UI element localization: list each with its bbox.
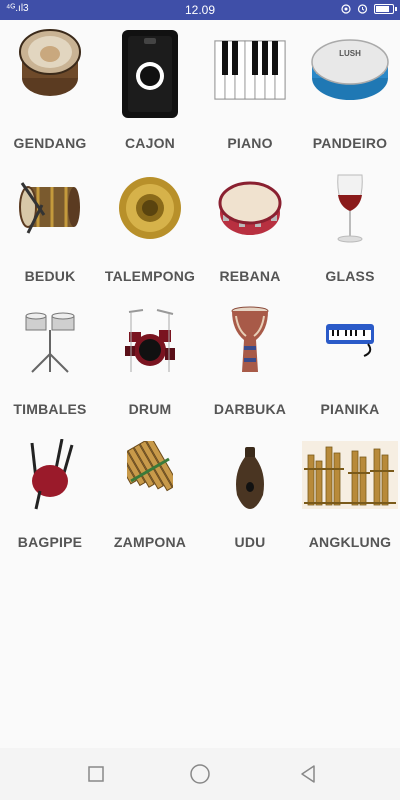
clock: 12.09: [184, 3, 216, 17]
instrument-bagpipe[interactable]: BAGPIPE: [0, 419, 100, 552]
pandeiro-brand: LUSH: [339, 49, 361, 58]
status-right-icons: [341, 3, 397, 14]
instrument-label: ANGKLUNG: [308, 534, 392, 550]
angklung-image: [302, 441, 398, 509]
bagpipe-image: [30, 439, 74, 510]
instrument-pandeiro[interactable]: LUSH PANDEIRO: [300, 20, 400, 153]
battery-icon: [374, 3, 397, 14]
beduk-image: [19, 182, 80, 234]
instrument-label: PIANIKA: [320, 401, 380, 417]
instrument-beduk[interactable]: BEDUK: [0, 153, 100, 286]
alarm-icon: [357, 4, 368, 14]
glass-image: [337, 174, 363, 243]
triangle-back-icon[interactable]: [296, 762, 320, 786]
timbales-image: [25, 312, 75, 373]
status-bar: ⁴ᴳ.ıl3 12.09: [0, 0, 400, 20]
piano-image: [214, 40, 286, 100]
pianika-image: [326, 324, 374, 357]
instrument-rebana[interactable]: REBANA: [200, 153, 300, 286]
udu-image: [236, 447, 264, 509]
instrument-label: PANDEIRO: [312, 135, 388, 151]
instrument-drum[interactable]: DRUM: [100, 286, 200, 419]
location-icon: [341, 3, 351, 14]
navigation-bar: [0, 748, 400, 800]
instrument-zampona[interactable]: ZAMPONA: [100, 419, 200, 552]
instrument-pianika[interactable]: PIANIKA: [300, 286, 400, 419]
instrument-gendang[interactable]: GENDANG: [0, 20, 100, 153]
instrument-piano[interactable]: PIANO: [200, 20, 300, 153]
circle-home-icon[interactable]: [188, 762, 212, 786]
drum-kit-image: [125, 309, 175, 372]
instrument-angklung[interactable]: ANGKLUNG: [300, 419, 400, 552]
instrument-talempong[interactable]: TALEMPONG: [100, 153, 200, 286]
instrument-udu[interactable]: UDU: [200, 419, 300, 552]
talempong-image: [119, 177, 181, 239]
zampona-image: [127, 441, 173, 493]
darbuka-image: [231, 306, 269, 372]
pandeiro-image: LUSH: [311, 39, 389, 100]
instrument-timbales[interactable]: TIMBALES: [0, 286, 100, 419]
instrument-cajon[interactable]: CAJON: [100, 20, 200, 153]
instrument-label: GLASS: [325, 268, 375, 284]
instrument-glass[interactable]: GLASS: [300, 153, 400, 286]
instrument-darbuka[interactable]: DARBUKA: [200, 286, 300, 419]
cajon-image: [122, 30, 178, 118]
square-recent-icon[interactable]: [84, 762, 108, 786]
rebana-image: [218, 181, 282, 235]
gendang-image: [19, 29, 81, 96]
